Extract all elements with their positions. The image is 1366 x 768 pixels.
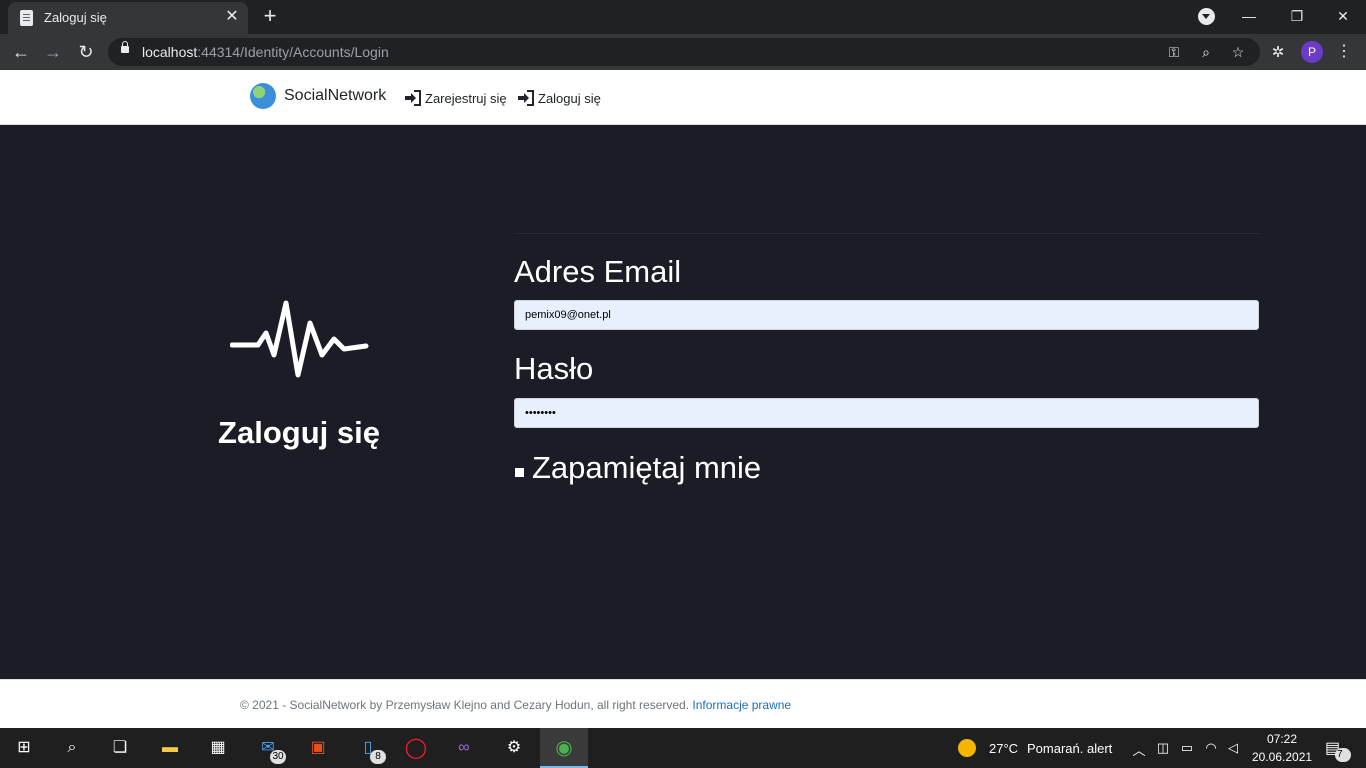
- browser-menu-icon[interactable]: ⋮: [1336, 41, 1352, 63]
- notifications-badge: 7: [1335, 748, 1351, 762]
- globe-logo-icon[interactable]: [250, 83, 276, 109]
- wifi-icon[interactable]: ◠: [1202, 740, 1220, 756]
- browser-tab[interactable]: Zaloguj się ✕: [8, 2, 248, 34]
- close-tab-icon[interactable]: ✕: [222, 7, 242, 27]
- key-icon[interactable]: ⚿: [1164, 42, 1184, 62]
- password-field[interactable]: [514, 398, 1259, 428]
- sign-in-icon: [518, 90, 534, 106]
- sign-in-icon: [405, 90, 421, 106]
- remember-me-checkbox[interactable]: [515, 468, 524, 477]
- windows-taskbar: ⊞ ⌕ ❏ ▬ ▦ ✉ 30 ▣ ▯ 8 ◯ ∞ ⚙ ◉ 27°C Pomarań.…: [0, 728, 1366, 768]
- page-favicon-icon: [20, 10, 33, 26]
- volume-icon[interactable]: ◁: [1224, 740, 1242, 756]
- heartbeat-pulse-icon: [230, 300, 369, 378]
- mail-icon[interactable]: ✉ 30: [244, 728, 292, 768]
- footer-copyright: © 2021 - SocialNetwork by Przemysław Kle…: [240, 698, 690, 712]
- restore-window-button[interactable]: ❐: [1274, 3, 1320, 29]
- new-tab-plus-icon[interactable]: +: [259, 5, 281, 28]
- notifications-icon[interactable]: ▤ 7: [1325, 738, 1351, 762]
- form-top-divider: [515, 233, 1260, 234]
- start-windows-icon[interactable]: ⊞: [0, 728, 48, 768]
- office-icon[interactable]: ▣: [294, 728, 342, 768]
- tab-search-icon[interactable]: [1198, 8, 1215, 25]
- profile-avatar[interactable]: P: [1301, 41, 1323, 63]
- battery-icon[interactable]: ▭: [1178, 740, 1196, 756]
- search-icon[interactable]: ⌕: [48, 728, 96, 768]
- settings-gear-icon[interactable]: ⚙: [490, 728, 538, 768]
- legal-info-link[interactable]: Informacje prawne: [692, 698, 791, 712]
- extensions-puzzle-icon[interactable]: ✲: [1268, 43, 1288, 61]
- password-label: Hasło: [514, 351, 594, 386]
- phone-badge: 8: [370, 750, 386, 764]
- tab-title: Zaloguj się: [44, 10, 107, 25]
- brand-link[interactable]: SocialNetwork: [284, 87, 386, 105]
- forward-arrow-icon[interactable]: →: [40, 39, 66, 65]
- url-text[interactable]: localhost:44314/Identity/Accounts/Login: [142, 44, 389, 60]
- login-label: Zaloguj się: [538, 91, 601, 106]
- meet-now-icon[interactable]: ◫: [1154, 740, 1172, 756]
- url-host: localhost: [142, 44, 198, 60]
- clock-date[interactable]: 20.06.2021: [1252, 750, 1312, 764]
- remember-me-label[interactable]: Zapamiętaj mnie: [532, 450, 761, 486]
- task-view-icon[interactable]: ❏: [96, 728, 144, 768]
- reload-icon[interactable]: ↻: [73, 39, 99, 65]
- site-navbar: SocialNetwork Zarejestruj się Zaloguj si…: [0, 70, 1366, 125]
- back-arrow-icon[interactable]: ←: [8, 39, 34, 65]
- opera-icon[interactable]: ◯: [392, 728, 440, 768]
- browser-tab-strip: Zaloguj się ✕ + — ❐ ✕: [0, 0, 1366, 34]
- browser-toolbar: ← → ↻ localhost:44314/Identity/Accounts/…: [0, 34, 1366, 70]
- chevron-up-icon[interactable]: ︿: [1130, 740, 1148, 759]
- close-window-button[interactable]: ✕: [1320, 3, 1366, 29]
- weather-temperature[interactable]: 27°C: [989, 741, 1018, 756]
- phone-app-icon[interactable]: ▯ 8: [344, 728, 392, 768]
- footer-text: © 2021 - SocialNetwork by Przemysław Kle…: [240, 698, 791, 712]
- lock-icon[interactable]: [121, 41, 129, 53]
- zoom-icon[interactable]: ⌕: [1196, 42, 1216, 62]
- weather-sun-icon[interactable]: [958, 739, 976, 757]
- login-heading: Zaloguj się: [218, 415, 380, 450]
- file-explorer-icon[interactable]: ▬: [146, 728, 194, 768]
- register-link[interactable]: Zarejestruj się: [404, 90, 507, 106]
- mail-badge: 30: [270, 750, 286, 764]
- visual-studio-icon[interactable]: ∞: [440, 728, 488, 768]
- email-label: Adres Email: [514, 254, 682, 289]
- store-icon[interactable]: ▦: [194, 728, 242, 768]
- url-path: :44314/Identity/Accounts/Login: [197, 44, 389, 60]
- register-label: Zarejestruj się: [425, 91, 507, 106]
- login-page-content: Zaloguj się Adres Email Hasło Zapamiętaj…: [0, 125, 1366, 679]
- bookmark-star-icon[interactable]: ☆: [1228, 42, 1248, 62]
- email-field[interactable]: [514, 300, 1259, 330]
- clock-time[interactable]: 07:22: [1264, 732, 1300, 746]
- weather-alert[interactable]: Pomarań. alert: [1027, 741, 1112, 756]
- login-link[interactable]: Zaloguj się: [517, 90, 601, 106]
- address-bar[interactable]: localhost:44314/Identity/Accounts/Login …: [108, 38, 1260, 66]
- minimize-window-button[interactable]: —: [1226, 3, 1272, 29]
- chrome-icon[interactable]: ◉: [540, 728, 588, 768]
- site-footer: © 2021 - SocialNetwork by Przemysław Kle…: [0, 679, 1366, 729]
